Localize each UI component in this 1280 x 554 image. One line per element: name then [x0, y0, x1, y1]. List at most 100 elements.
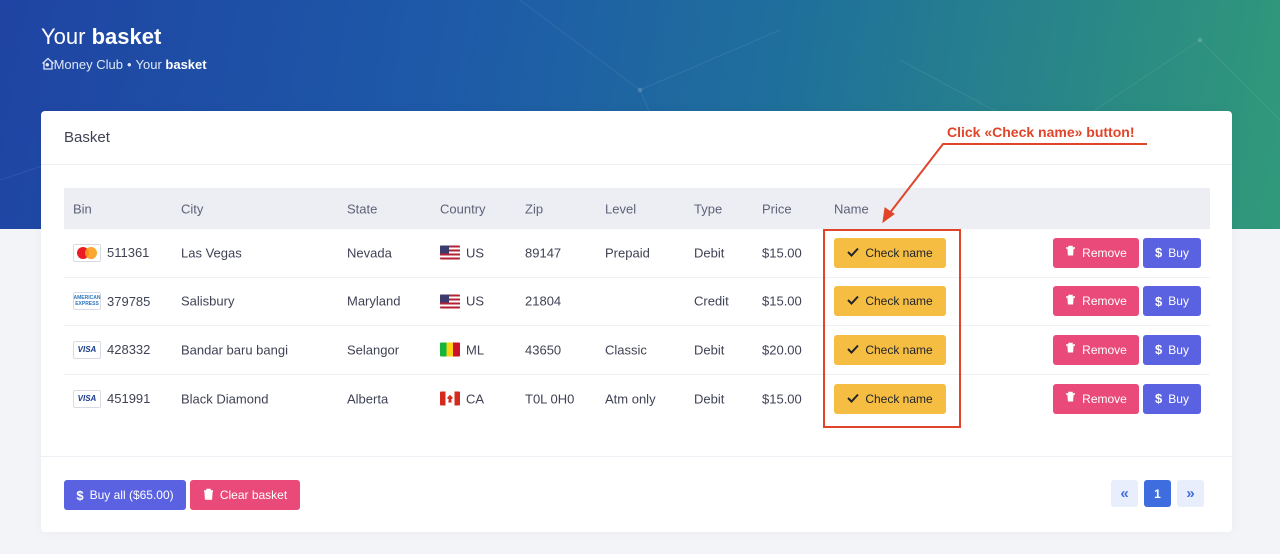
cell-type: Debit [694, 245, 725, 261]
buy-all-button[interactable]: $ Buy all ($65.00) [64, 480, 186, 510]
cell-zip: T0L 0H0 [525, 391, 575, 407]
page-title: Your basket [41, 24, 161, 50]
bin-value: 428332 [107, 342, 151, 358]
cell-type: Debit [694, 391, 725, 407]
dollar-icon: $ [1155, 342, 1163, 358]
bin-value: 511361 [107, 245, 150, 261]
page-title-bold: basket [91, 24, 162, 49]
cell-level: Classic [605, 342, 647, 358]
column-name: Name [834, 201, 869, 216]
cell-city: Black Diamond [181, 391, 269, 407]
buy-label: Buy [1168, 245, 1189, 260]
cell-city: Bandar baru bangi [181, 342, 288, 358]
visa-icon: VISA [73, 389, 101, 408]
cell-bin: 511361 [73, 243, 150, 262]
remove-label: Remove [1082, 245, 1127, 260]
cell-level: Atm only [605, 391, 656, 407]
breadcrumb-separator: • [126, 57, 132, 72]
remove-button[interactable]: Remove [1053, 334, 1139, 365]
column-state: State [347, 201, 378, 216]
remove-label: Remove [1082, 391, 1127, 406]
cell-country: ML [440, 342, 484, 357]
table-row: VISA 428332 Bandar baru bangi Selangor ML 436… [64, 326, 1210, 375]
pagination-prev[interactable]: « [1111, 480, 1138, 507]
buy-button[interactable]: $ Buy [1143, 334, 1201, 365]
column-country: Country [440, 201, 486, 216]
cell-state: Selangor [347, 342, 400, 358]
bin-value: 379785 [107, 293, 151, 309]
cell-price: $15.00 [762, 391, 802, 407]
trash-icon [1065, 245, 1076, 260]
table-header: Bin City State Country Zip Level Type Pr… [64, 188, 1210, 229]
bin-value: 451991 [107, 391, 151, 407]
country-code: US [466, 293, 485, 309]
mastercard-icon [73, 243, 101, 262]
breadcrumb-current: Your basket [136, 57, 207, 72]
row-actions: Remove $ Buy [1053, 334, 1201, 365]
dollar-icon: $ [76, 487, 84, 503]
row-actions: Remove $ Buy [1053, 237, 1201, 268]
dollar-icon: $ [1155, 391, 1163, 407]
country-code: CA [466, 391, 485, 407]
column-price: Price [762, 201, 792, 216]
cell-bin: VISA 428332 [73, 340, 151, 359]
buy-label: Buy [1168, 342, 1189, 357]
clear-basket-button[interactable]: Clear basket [190, 480, 300, 510]
trash-icon [1065, 342, 1076, 357]
trash-icon [1065, 391, 1076, 406]
table-row: AMERICAN EXPRESS 379785 Salisbury Maryland US… [64, 278, 1210, 326]
cell-price: $15.00 [762, 245, 802, 261]
buy-all-label: Buy all ($65.00) [89, 488, 174, 502]
column-level: Level [605, 201, 637, 216]
table-body: 511361 Las Vegas Nevada US 89147 Prepaid Debit… [64, 229, 1210, 423]
buy-label: Buy [1168, 294, 1189, 309]
pagination-next[interactable]: » [1177, 480, 1204, 507]
cell-state: Nevada [347, 245, 392, 261]
breadcrumb-money-club[interactable]: Money Club [54, 57, 123, 72]
cell-bin: AMERICAN EXPRESS 379785 [73, 292, 151, 311]
cell-zip: 89147 [525, 245, 562, 261]
row-actions: Remove $ Buy [1053, 286, 1201, 317]
clear-basket-label: Clear basket [219, 488, 288, 502]
table-row: 511361 Las Vegas Nevada US 89147 Prepaid Debit… [64, 229, 1210, 278]
column-type: Type [694, 201, 723, 216]
breadcrumb: • Money Club • Your basket [41, 57, 207, 72]
cell-zip: 43650 [525, 342, 562, 358]
visa-icon: VISA [73, 340, 101, 359]
dollar-icon: $ [1155, 245, 1163, 261]
trash-icon [1065, 294, 1076, 309]
flag-ca-icon [440, 391, 460, 406]
cell-zip: 21804 [525, 293, 562, 309]
basket-table: Bin City State Country Zip Level Type Pr… [64, 188, 1210, 423]
buy-button[interactable]: $ Buy [1143, 237, 1201, 268]
cell-price: $20.00 [762, 342, 802, 358]
remove-label: Remove [1082, 342, 1127, 357]
amex-icon: AMERICAN EXPRESS [73, 292, 101, 311]
breadcrumb-current-bold: basket [165, 57, 207, 72]
cell-country: US [440, 245, 484, 260]
remove-label: Remove [1082, 294, 1127, 309]
basket-card: Basket Bin City State Country Zip Level … [41, 111, 1232, 532]
country-code: US [466, 245, 485, 261]
annotation-highlight-box [823, 229, 961, 428]
trash-icon [203, 488, 214, 503]
cell-bin: VISA 451991 [73, 389, 151, 408]
cell-country: CA [440, 391, 484, 406]
cell-type: Debit [694, 342, 725, 358]
flag-ml-icon [440, 342, 460, 357]
cell-city: Salisbury [181, 293, 235, 309]
flag-us-icon [440, 245, 460, 260]
remove-button[interactable]: Remove [1053, 383, 1139, 414]
pagination-page-current[interactable]: 1 [1144, 480, 1171, 507]
cell-type: Credit [694, 293, 729, 309]
remove-button[interactable]: Remove [1053, 286, 1139, 317]
table-row: VISA 451991 Black Diamond Alberta CA T0L 0H0 A… [64, 375, 1210, 424]
buy-button[interactable]: $ Buy [1143, 383, 1201, 414]
buy-button[interactable]: $ Buy [1143, 286, 1201, 317]
column-bin: Bin [73, 201, 92, 216]
cell-price: $15.00 [762, 293, 802, 309]
remove-button[interactable]: Remove [1053, 237, 1139, 268]
column-zip: Zip [525, 201, 544, 216]
annotation-text: Click «Check name» button! [947, 124, 1135, 140]
cell-state: Alberta [347, 391, 389, 407]
